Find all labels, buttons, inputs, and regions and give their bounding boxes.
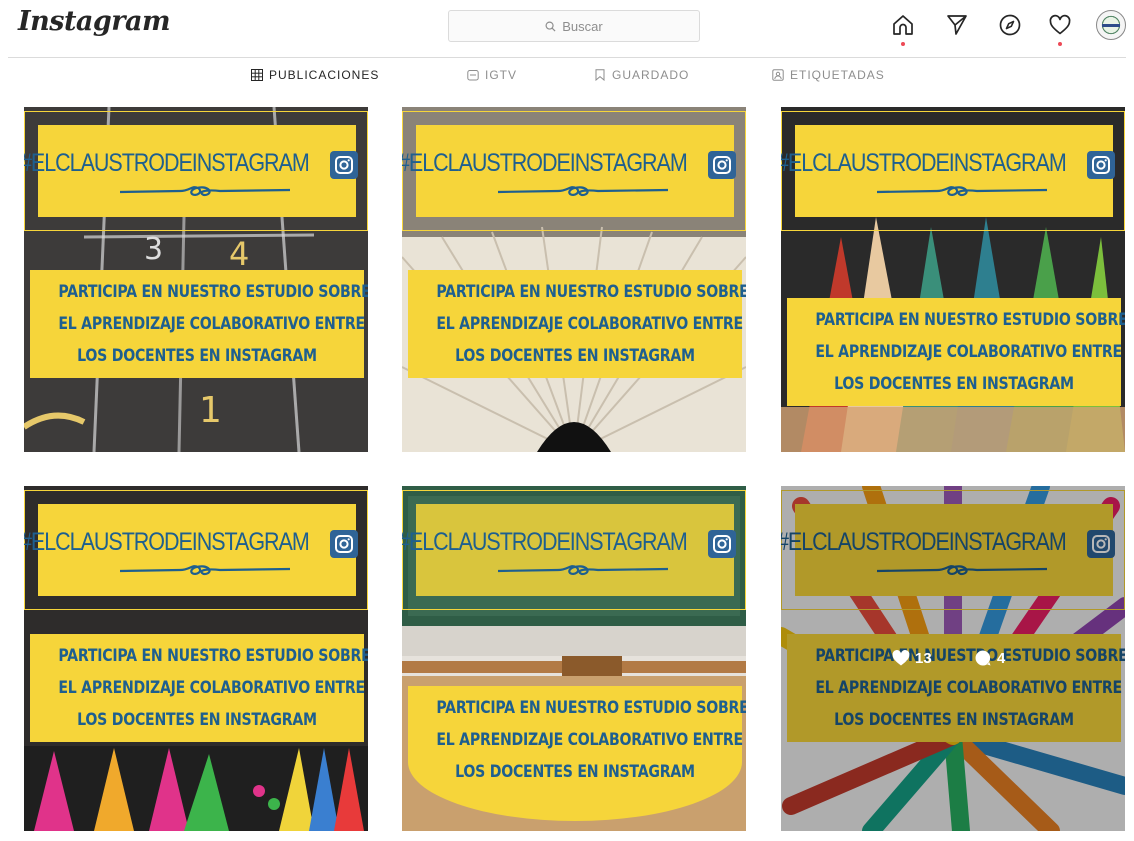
likes-value: 13 [915,649,932,667]
hashtag-text: #ELCLAUSTRODEINSTAGRAM [24,149,310,177]
caption-banner: PARTICIPA EN NUESTRO ESTUDIO SOBRE EL AP… [787,298,1125,406]
activity-button[interactable] [1045,10,1075,46]
hashtag-text: #ELCLAUSTRODEINSTAGRAM [24,528,310,556]
caption-line: LOS DOCENTES EN INSTAGRAM [77,346,317,366]
post-thumbnail[interactable]: 3 4 1 #ELCLAUSTRODEINSTAGRAM PARTICIPA E… [24,107,368,452]
tab-igtv[interactable]: IGTV [467,68,517,82]
instagram-icon [330,530,358,558]
swirl-ornament [498,186,668,197]
caption-line: EL APRENDIZAJE COLABORATIVO ENTRE [436,730,743,750]
instagram-icon [330,151,358,179]
svg-text:3: 3 [144,232,163,267]
caption-line: EL APRENDIZAJE COLABORATIVO ENTRE [58,314,365,334]
svg-text:1: 1 [199,390,222,431]
comments-count: 4 [973,648,1005,668]
caption-line: PARTICIPA EN NUESTRO ESTUDIO SOBRE [436,282,746,302]
comments-value: 4 [997,649,1006,667]
explore-icon [999,14,1021,36]
caption-line: LOS DOCENTES EN INSTAGRAM [834,374,1074,394]
swirl-ornament [120,186,290,197]
hashtag-text: #ELCLAUSTRODEINSTAGRAM [402,149,688,177]
caption-line: PARTICIPA EN NUESTRO ESTUDIO SOBRE [815,310,1125,330]
profile-tabs: PUBLICACIONES IGTV GUARDADO ETIQUETADAS [0,62,1134,90]
caption-line: EL APRENDIZAJE COLABORATIVO ENTRE [815,342,1122,362]
caption-line: EL APRENDIZAJE COLABORATIVO ENTRE [58,678,365,698]
bookmark-icon [595,69,605,81]
likes-count: 13 [891,648,932,668]
search-icon [545,21,556,32]
hashtag-text: #ELCLAUSTRODEINSTAGRAM [402,528,688,556]
instagram-icon [1087,151,1115,179]
direct-icon [947,15,967,35]
search-input[interactable]: Buscar [448,10,700,42]
caption-line: PARTICIPA EN NUESTRO ESTUDIO SOBRE [58,646,368,666]
tab-label: IGTV [485,68,518,82]
instagram-icon [708,530,736,558]
tab-label: PUBLICACIONES [269,68,380,82]
caption-line: PARTICIPA EN NUESTRO ESTUDIO SOBRE [58,282,368,302]
caption-line: EL APRENDIZAJE COLABORATIVO ENTRE [436,314,743,334]
home-button[interactable] [888,10,918,46]
swirl-ornament [498,565,668,576]
direct-button[interactable] [942,10,972,40]
caption-banner: PARTICIPA EN NUESTRO ESTUDIO SOBRE EL AP… [408,686,746,821]
post-thumbnail[interactable]: #ELCLAUSTRODEINSTAGRAM PARTICIPA EN NUES… [402,486,746,831]
caption-banner: PARTICIPA EN NUESTRO ESTUDIO SOBRE EL AP… [30,270,368,378]
comment-icon [975,650,991,666]
svg-text:4: 4 [229,235,249,273]
instagram-icon [708,151,736,179]
caption-line: LOS DOCENTES EN INSTAGRAM [77,710,317,730]
heart-icon [1049,14,1071,35]
caption-banner: PARTICIPA EN NUESTRO ESTUDIO SOBRE EL AP… [408,270,746,378]
hover-overlay [781,486,1125,831]
profile-avatar[interactable] [1096,10,1126,40]
header-divider [8,57,1126,58]
heart-icon [892,650,910,666]
post-thumbnail[interactable]: #ELCLAUSTRODEINSTAGRAM PARTICIPA EN NUES… [402,107,746,452]
tab-label: ETIQUETADAS [790,68,885,82]
top-nav-bar: Instagram Buscar [0,0,1134,57]
tab-guardado[interactable]: GUARDADO [594,68,689,82]
tab-publicaciones[interactable]: PUBLICACIONES [251,68,379,82]
home-icon [893,15,913,35]
swirl-ornament [120,565,290,576]
post-thumbnail[interactable]: #ELCLAUSTRODEINSTAGRAM PARTICIPA EN NUES… [781,107,1125,452]
caption-line: PARTICIPA EN NUESTRO ESTUDIO SOBRE [436,698,746,718]
explore-button[interactable] [995,10,1025,40]
tab-etiquetadas[interactable]: ETIQUETADAS [772,68,885,82]
swirl-ornament [877,186,1047,197]
home-notification-dot [901,42,905,46]
grid-icon [251,69,263,81]
tagged-icon [772,69,784,81]
tab-label: GUARDADO [612,68,690,82]
post-thumbnail[interactable]: #ELCLAUSTRODEINSTAGRAM PARTICIPA EN NUES… [24,486,368,831]
search-placeholder: Buscar [562,18,603,34]
caption-line: LOS DOCENTES EN INSTAGRAM [455,346,695,366]
igtv-icon [467,70,479,81]
instagram-logo[interactable]: Instagram [18,6,171,37]
activity-notification-dot [1058,42,1062,46]
post-thumbnail-hovered[interactable]: #ELCLAUSTRODEINSTAGRAM PARTICIPA EN NUES… [781,486,1125,831]
caption-line: LOS DOCENTES EN INSTAGRAM [455,762,695,782]
hashtag-text: #ELCLAUSTRODEINSTAGRAM [781,149,1067,177]
caption-banner: PARTICIPA EN NUESTRO ESTUDIO SOBRE EL AP… [30,634,368,742]
